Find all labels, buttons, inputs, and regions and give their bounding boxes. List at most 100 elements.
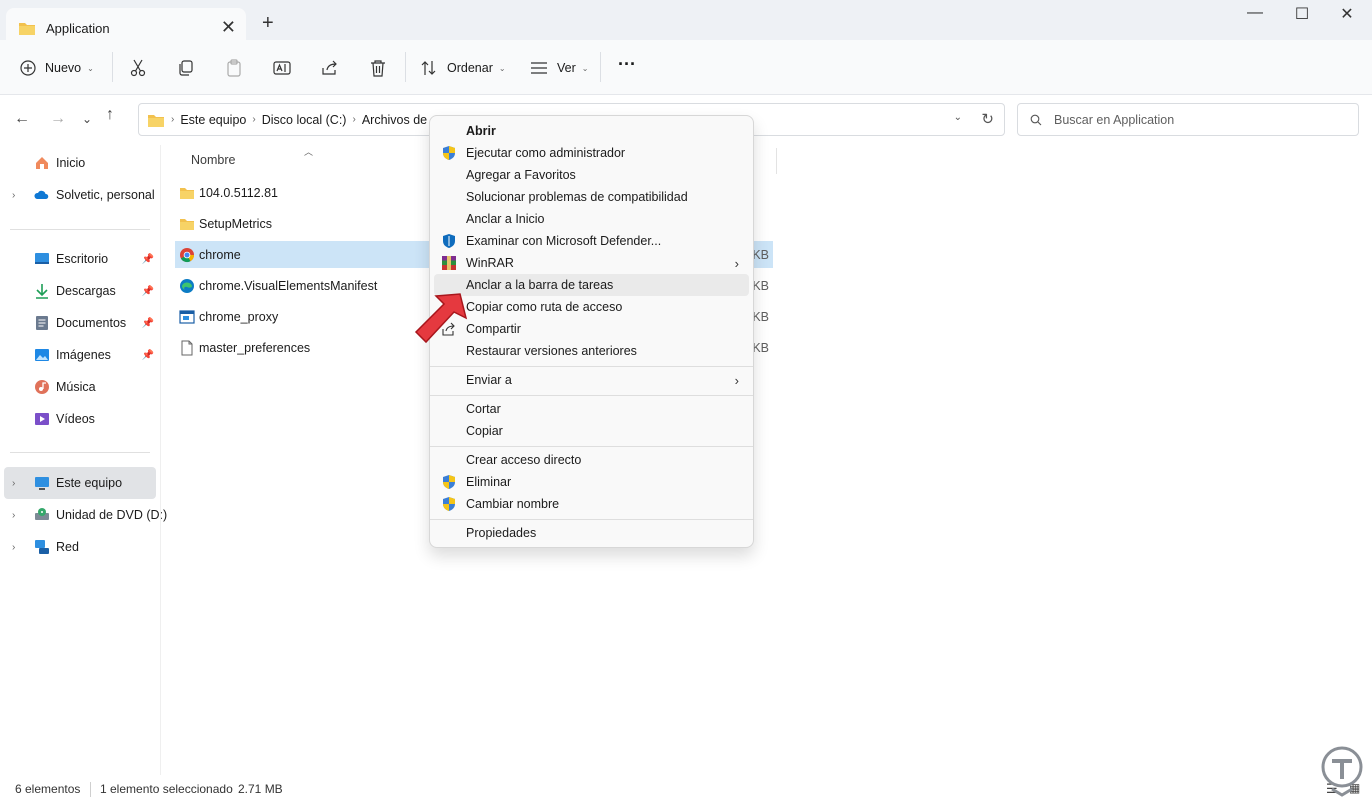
annotation-arrow-icon — [414, 293, 468, 344]
sidebar-item-documentos[interactable]: Documentos 📌 — [4, 307, 156, 339]
menu-item-label: Examinar con Microsoft Defender... — [466, 234, 662, 248]
expand-chevron-icon[interactable]: › — [12, 478, 15, 489]
sidebar-item-musica[interactable]: Música — [4, 371, 156, 403]
breadcrumb-archivos[interactable]: Archivos de — [362, 113, 427, 127]
rename-icon — [273, 61, 291, 75]
menu-item-compatibilidad[interactable]: Solucionar problemas de compatibilidad — [434, 186, 749, 208]
expand-chevron-icon[interactable]: › — [12, 510, 15, 521]
sidebar-item-inicio[interactable]: Inicio — [4, 147, 156, 179]
breadcrumb-chevron-icon: › — [171, 114, 175, 125]
menu-item-abrir[interactable]: Abrir — [434, 120, 749, 142]
cut-button[interactable] — [130, 56, 146, 80]
delete-button[interactable] — [370, 56, 386, 80]
share-icon — [322, 60, 337, 75]
maximize-button[interactable]: ☐ — [1279, 4, 1325, 28]
forward-arrow-icon[interactable]: → — [50, 110, 66, 128]
breadcrumb-disco-local[interactable]: Disco local (C:) — [262, 113, 347, 127]
sidebar-item-escritorio[interactable]: Escritorio 📌 — [4, 243, 156, 275]
sidebar-item-imagenes[interactable]: Imágenes 📌 — [4, 339, 156, 371]
breadcrumb-chevron-icon: › — [352, 114, 356, 125]
refresh-icon[interactable]: ↻ — [981, 110, 994, 128]
menu-item-copiar-ruta[interactable]: Copiar como ruta de acceso — [434, 296, 749, 318]
uac-shield-icon — [443, 146, 455, 160]
breadcrumb-este-equipo[interactable]: Este equipo — [180, 113, 246, 127]
menu-item-copiar[interactable]: Copiar — [434, 420, 749, 442]
menu-item-ejecutar-admin[interactable]: Ejecutar como administrador — [434, 142, 749, 164]
menu-item-eliminar[interactable]: Eliminar — [434, 471, 749, 493]
pin-icon[interactable]: 📌 — [142, 286, 154, 297]
menu-item-compartir[interactable]: Compartir — [434, 318, 749, 340]
sidebar-item-este-equipo[interactable]: › Este equipo — [4, 467, 156, 499]
folder-icon — [19, 23, 35, 35]
menu-item-anclar-inicio[interactable]: Anclar a Inicio — [434, 208, 749, 230]
menu-item-label: Agregar a Favoritos — [466, 168, 576, 182]
uac-shield-icon — [443, 497, 455, 511]
column-divider[interactable] — [776, 148, 777, 174]
pin-icon[interactable]: 📌 — [142, 318, 154, 329]
up-arrow-icon[interactable]: ↑ — [106, 106, 114, 124]
file-name: 104.0.5112.81 — [199, 185, 279, 200]
recent-locations-icon[interactable]: ⌄ — [82, 112, 92, 126]
new-button[interactable]: Nuevo ⌄ — [20, 56, 94, 80]
pictures-icon — [35, 349, 49, 361]
close-tab-icon[interactable]: ✕ — [221, 18, 236, 36]
download-icon — [36, 284, 48, 299]
sidebar-item-label: Unidad de DVD (D:) — [56, 508, 168, 522]
sort-button[interactable]: Ordenar ⌄ — [420, 56, 506, 80]
cloud-icon — [34, 190, 49, 199]
item-count: 6 elementos — [15, 782, 81, 796]
toolbar-divider — [112, 52, 113, 82]
view-button[interactable]: Ver ⌄ — [530, 56, 588, 80]
sidebar-item-red[interactable]: › Red — [4, 531, 156, 563]
close-window-button[interactable]: ✕ — [1324, 4, 1370, 28]
file-size: KB — [752, 340, 769, 355]
file-name: chrome_proxy — [199, 309, 279, 324]
search-box[interactable]: Buscar en Application — [1017, 103, 1359, 136]
network-icon — [35, 540, 49, 554]
menu-item-cambiar-nombre[interactable]: Cambiar nombre — [434, 493, 749, 515]
menu-item-winrar[interactable]: WinRAR › — [434, 252, 749, 274]
menu-item-acceso-directo[interactable]: Crear acceso directo — [434, 449, 749, 471]
menu-item-restaurar[interactable]: Restaurar versiones anteriores — [434, 340, 749, 362]
menu-item-favoritos[interactable]: Agregar a Favoritos — [434, 164, 749, 186]
pin-icon[interactable]: 📌 — [142, 254, 154, 265]
breadcrumb-chevron-icon: › — [252, 114, 256, 125]
menu-item-label: Eliminar — [466, 475, 512, 489]
paste-button[interactable] — [226, 56, 242, 80]
file-size: KB — [752, 309, 769, 324]
chevron-down-icon: ⌄ — [498, 63, 506, 73]
edge-icon — [180, 278, 194, 293]
menu-item-cortar[interactable]: Cortar — [434, 398, 749, 420]
back-arrow-icon[interactable]: ← — [14, 110, 30, 128]
address-dropdown-icon[interactable]: ⌄ — [954, 112, 962, 123]
column-header-name[interactable]: Nombre — [191, 153, 235, 167]
more-options-button[interactable]: ··· — [618, 52, 636, 76]
folder-icon — [180, 218, 194, 230]
new-tab-button[interactable]: + — [262, 12, 274, 35]
submenu-chevron-icon: › — [734, 372, 739, 388]
menu-item-enviar-a[interactable]: Enviar a › — [434, 369, 749, 391]
menu-item-label: Anclar a Inicio — [466, 212, 545, 226]
copy-button[interactable] — [178, 56, 194, 80]
computer-icon — [35, 477, 49, 490]
sidebar-item-descargas[interactable]: Descargas 📌 — [4, 275, 156, 307]
sidebar-divider — [10, 229, 150, 230]
status-divider — [90, 782, 91, 797]
minimize-button[interactable]: — — [1232, 4, 1278, 28]
pin-icon[interactable]: 📌 — [142, 350, 154, 361]
sidebar-item-videos[interactable]: Vídeos — [4, 403, 156, 435]
context-menu: Abrir Ejecutar como administrador Agrega… — [429, 115, 754, 548]
menu-item-anclar-barra[interactable]: Anclar a la barra de tareas — [434, 274, 749, 296]
sidebar-item-dvd[interactable]: › Unidad de DVD (D:) — [4, 499, 167, 531]
pane-splitter[interactable] — [160, 145, 161, 775]
chevron-down-icon: ⌄ — [87, 63, 94, 73]
expand-chevron-icon[interactable]: › — [12, 542, 15, 553]
menu-item-label: Cambiar nombre — [466, 497, 560, 511]
share-button[interactable] — [321, 56, 339, 80]
file-icon — [181, 340, 193, 355]
expand-chevron-icon[interactable]: › — [12, 190, 15, 201]
rename-button[interactable] — [273, 56, 291, 80]
menu-item-defender[interactable]: Examinar con Microsoft Defender... — [434, 230, 749, 252]
menu-item-propiedades[interactable]: Propiedades — [434, 522, 749, 544]
sidebar-item-solvetic[interactable]: › Solvetic, personal — [4, 179, 156, 211]
